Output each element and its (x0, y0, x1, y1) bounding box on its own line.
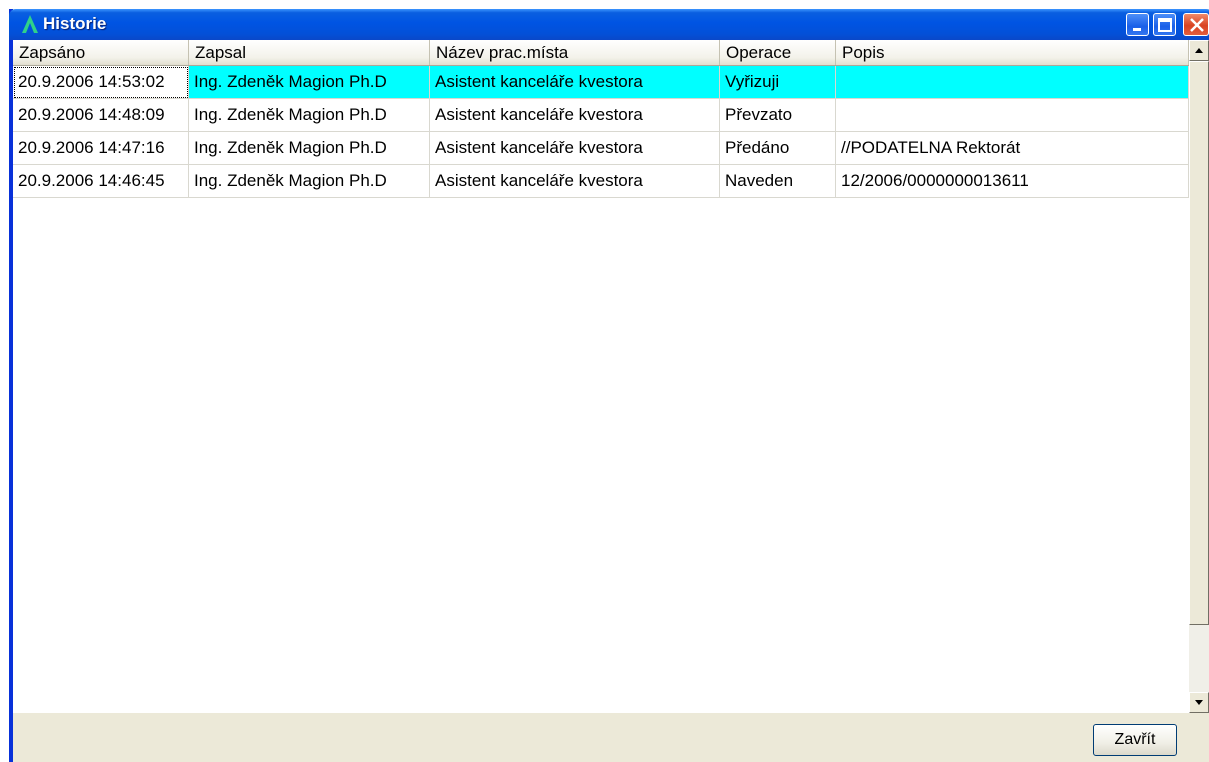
vertical-scrollbar[interactable] (1189, 40, 1209, 713)
cell-zapsal[interactable]: Ing. Zdeněk Magion Ph.D (189, 99, 430, 132)
column-header-zapsano[interactable]: Zapsáno (13, 40, 189, 65)
table-row[interactable]: 20.9.2006 14:47:16 Ing. Zdeněk Magion Ph… (13, 132, 1189, 165)
cell-popis[interactable] (836, 66, 1189, 99)
cell-popis[interactable] (836, 99, 1189, 132)
table-row[interactable]: 20.9.2006 14:53:02 Ing. Zdeněk Magion Ph… (13, 66, 1189, 99)
cell-popis[interactable]: 12/2006/0000000013611 (836, 165, 1189, 198)
cell-operace[interactable]: Vyřizuji (720, 66, 836, 99)
cell-nazev[interactable]: Asistent kanceláře kvestora (430, 132, 720, 165)
cell-nazev[interactable]: Asistent kanceláře kvestora (430, 165, 720, 198)
app-logo-icon (21, 14, 39, 34)
cell-nazev[interactable]: Asistent kanceláře kvestora (430, 99, 720, 132)
grid-header: Zapsáno Zapsal Název prac.místa Operace … (13, 40, 1189, 66)
arrow-up-icon (1190, 41, 1208, 60)
table-row[interactable]: 20.9.2006 14:48:09 Ing. Zdeněk Magion Ph… (13, 99, 1189, 132)
dialog-footer: Zavřít (13, 713, 1209, 762)
window-title: Historie (43, 14, 106, 34)
close-window-button[interactable] (1183, 13, 1209, 36)
history-grid[interactable]: Zapsáno Zapsal Název prac.místa Operace … (13, 40, 1209, 713)
scroll-thumb[interactable] (1189, 61, 1209, 625)
title-bar[interactable]: Historie (9, 9, 1209, 40)
cell-nazev[interactable]: Asistent kanceláře kvestora (430, 66, 720, 99)
cell-popis[interactable]: //PODATELNA Rektorát (836, 132, 1189, 165)
column-header-operace[interactable]: Operace (720, 40, 836, 65)
close-button[interactable]: Zavřít (1093, 724, 1177, 756)
scroll-down-button[interactable] (1189, 692, 1209, 713)
cell-zapsal[interactable]: Ing. Zdeněk Magion Ph.D (189, 132, 430, 165)
minimize-button[interactable] (1126, 13, 1149, 36)
cell-zapsano[interactable]: 20.9.2006 14:46:45 (13, 165, 189, 198)
cell-zapsal[interactable]: Ing. Zdeněk Magion Ph.D (189, 66, 430, 99)
scroll-track[interactable] (1189, 625, 1209, 692)
cell-zapsal[interactable]: Ing. Zdeněk Magion Ph.D (189, 165, 430, 198)
cell-zapsano[interactable]: 20.9.2006 14:47:16 (13, 132, 189, 165)
cell-zapsano[interactable]: 20.9.2006 14:48:09 (13, 99, 189, 132)
cell-zapsano[interactable]: 20.9.2006 14:53:02 (13, 66, 189, 99)
column-header-nazev[interactable]: Název prac.místa (430, 40, 720, 65)
column-header-popis[interactable]: Popis (836, 40, 1189, 65)
maximize-button[interactable] (1153, 13, 1176, 36)
maximize-icon (1154, 14, 1177, 37)
cell-operace[interactable]: Předáno (720, 132, 836, 165)
cell-operace[interactable]: Převzato (720, 99, 836, 132)
minimize-icon (1127, 14, 1150, 37)
table-row[interactable]: 20.9.2006 14:46:45 Ing. Zdeněk Magion Ph… (13, 165, 1189, 198)
close-icon (1184, 14, 1209, 37)
scroll-up-button[interactable] (1189, 40, 1209, 61)
cell-operace[interactable]: Naveden (720, 165, 836, 198)
column-header-zapsal[interactable]: Zapsal (189, 40, 430, 65)
historie-window: Historie Zapsáno Zapsal Název prac.místa… (9, 9, 1209, 762)
arrow-down-icon (1190, 693, 1208, 712)
